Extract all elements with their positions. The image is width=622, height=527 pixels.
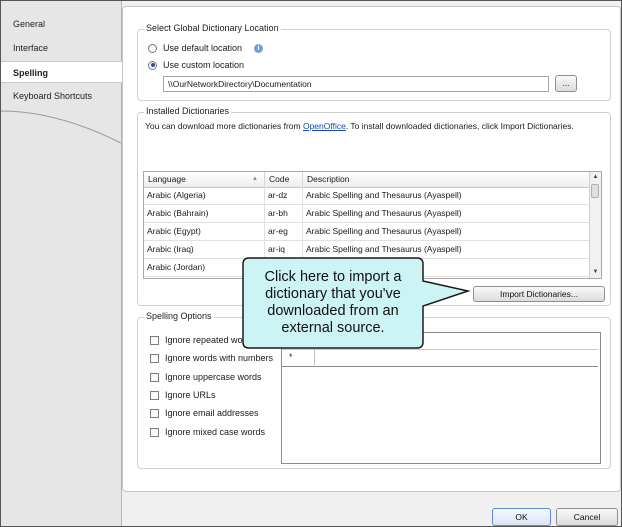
scroll-thumb[interactable] [591,184,599,198]
default-location-radio[interactable] [148,43,157,53]
options-dialog: General Interface Spelling Keyboard Shor… [0,0,622,527]
custom-location-option[interactable]: Use custom location [148,58,244,72]
cell-language: Arabic (Algeria) [144,187,265,204]
cell-language: Arabic (Bahrain) [144,205,265,222]
cell-description: Arabic Spelling and Thesaurus (Ayaspell) [306,244,462,254]
option-label: Ignore email addresses [165,408,259,418]
option-label: Ignore URLs [165,390,216,400]
nav-item-interface[interactable]: Interface [1,37,119,59]
info-icon[interactable]: i [254,43,264,53]
spelling-options-title: Spelling Options [144,311,214,321]
installed-dictionaries-title: Installed Dictionaries [144,106,232,116]
cell-description: Arabic Spelling and Thesaurus (Ayaspell) [306,208,462,218]
callout-text: Click here to import a dictionary that y… [264,269,402,336]
custom-location-label: Use custom location [163,60,245,70]
ignore-uppercase-words-option[interactable]: Ignore uppercase words [150,370,262,384]
grid-new-row-cell[interactable] [314,349,599,365]
import-callout: Click here to import a dictionary that y… [242,257,471,349]
cell-description: Arabic Spelling and Thesaurus (Ayaspell) [306,226,462,236]
column-header-description[interactable]: Description [303,172,589,187]
cell-language: Arabic (Iraq) [144,241,265,258]
nav-item-keyboard-shortcuts[interactable]: Keyboard Shortcuts [1,85,119,107]
custom-location-path-field[interactable]: \\OurNetworkDirectory\Documentation [163,76,549,92]
cell-description: Arabic Spelling and Thesaurus (Ayaspell) [306,190,462,200]
option-label: Ignore words with numbers [165,353,274,363]
option-label: Ignore mixed case words [165,427,266,437]
option-label: Ignore uppercase words [165,372,262,382]
column-header-language[interactable]: Language ▲ [144,172,265,187]
cancel-button[interactable]: Cancel [556,508,618,526]
info-suffix: . To install downloaded dictionaries, cl… [345,121,574,131]
cell-code: ar-iq [265,241,303,258]
nav-divider-curve [1,110,122,144]
ignore-urls-option[interactable]: Ignore URLs [150,388,216,402]
dictionary-location-group: Select Global Dictionary Location Use de… [137,23,611,101]
ok-button[interactable]: OK [492,508,551,526]
default-location-label: Use default location [163,43,243,53]
checkbox[interactable] [150,408,159,418]
scroll-up-icon[interactable]: ▲ [590,172,601,183]
checkbox[interactable] [150,353,159,363]
option-label: Ignore repeated wor [165,335,246,345]
column-header-code[interactable]: Code [265,172,303,187]
ignore-mixed-case-words-option[interactable]: Ignore mixed case words [150,425,265,439]
column-label-language: Language [148,174,186,184]
table-scrollbar[interactable]: ▲ ▼ [589,172,601,278]
nav-item-spelling[interactable]: Spelling [1,61,122,83]
checkbox[interactable] [150,335,159,345]
dictionary-location-title: Select Global Dictionary Location [144,23,281,33]
table-row[interactable]: Arabic (Egypt) ar-eg Arabic Spelling and… [144,223,589,241]
scroll-down-icon[interactable]: ▼ [590,267,601,278]
openoffice-link[interactable]: OpenOffice [303,121,346,131]
cell-code: ar-eg [265,223,303,240]
new-row-marker: * [289,352,293,362]
nav-item-general[interactable]: General [1,13,119,35]
info-prefix: You can download more dictionaries from [145,121,303,131]
table-row[interactable]: Arabic (Bahrain) ar-bh Arabic Spelling a… [144,205,589,223]
table-header: Language ▲ Code Description [144,172,589,188]
browse-button[interactable]: ... [555,75,577,92]
cell-code: ar-bh [265,205,303,222]
ignore-words-grid[interactable]: * [281,332,601,464]
ignore-words-with-numbers-option[interactable]: Ignore words with numbers [150,351,273,365]
installed-dictionaries-info: You can download more dictionaries from … [145,121,574,131]
cell-code: ar-dz [265,187,303,204]
table-row[interactable]: Arabic (Algeria) ar-dz Arabic Spelling a… [144,187,589,205]
ignore-email-addresses-option[interactable]: Ignore email addresses [150,406,259,420]
sort-arrow-icon: ▲ [252,176,258,182]
checkbox[interactable] [150,390,159,400]
spelling-panel: Select Global Dictionary Location Use de… [122,6,621,492]
checkbox[interactable] [150,372,159,382]
default-location-option[interactable]: Use default location i [148,41,264,55]
cell-language: Arabic (Egypt) [144,223,265,240]
import-dictionaries-button[interactable]: Import Dictionaries... [473,286,605,302]
options-nav: General Interface Spelling Keyboard Shor… [1,1,122,526]
custom-location-radio[interactable] [148,60,157,70]
checkbox[interactable] [150,427,159,437]
ignore-repeated-words-option[interactable]: Ignore repeated wor [150,333,246,347]
grid-new-row[interactable]: * [282,349,598,367]
